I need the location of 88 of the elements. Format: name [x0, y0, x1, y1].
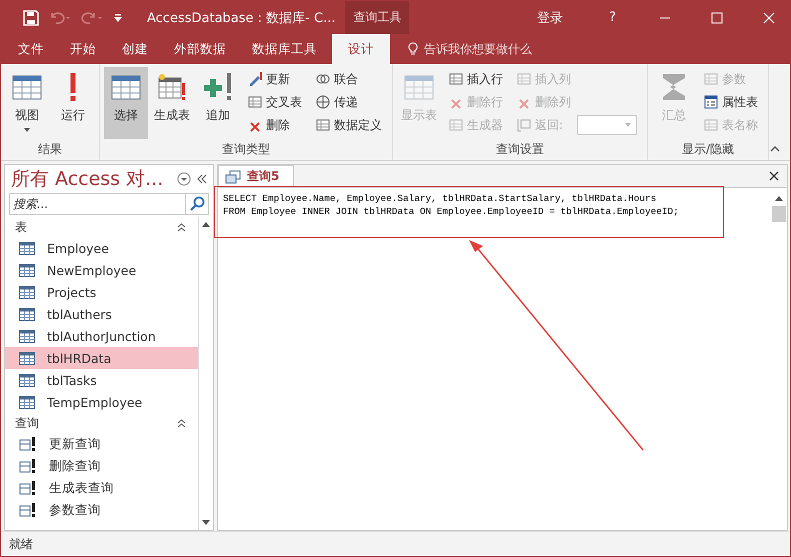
dropdown-circle-icon[interactable]: [177, 172, 191, 186]
ribbon-tab[interactable]: 设计: [332, 34, 390, 64]
collapse-section-icon[interactable]: [177, 418, 186, 428]
close-icon[interactable]: [769, 171, 779, 181]
sheet-icon: [704, 95, 718, 109]
table-icon: [19, 242, 35, 254]
make-table-icon: [156, 71, 188, 103]
ribbon-tab[interactable]: 开始: [59, 34, 107, 64]
save-icon[interactable]: [23, 10, 39, 26]
table-icon: [19, 330, 35, 342]
query-icon: [19, 436, 37, 452]
navigation-item[interactable]: 删除查询: [5, 455, 198, 477]
ribbon-tab[interactable]: 文件: [7, 34, 55, 64]
navigation-item[interactable]: 参数查询: [5, 499, 198, 521]
scroll-up-icon[interactable]: [202, 222, 210, 227]
ribbon-tab[interactable]: 创建: [111, 34, 159, 64]
ribbon-group-label: 查询设置: [495, 141, 546, 158]
query-icon: [19, 480, 37, 496]
navigation-item[interactable]: Employee: [5, 237, 198, 259]
navigation-item[interactable]: tblAuthers: [5, 303, 198, 325]
sql-line: SELECT Employee.Name, Employee.Salary, tblHRData.StartSalary, tblHRData.Hours: [223, 192, 658, 205]
query-icon: [19, 458, 37, 474]
ribbon-button[interactable]: 联合: [314, 69, 384, 89]
add-exclamation-icon: [202, 71, 234, 103]
ribbon-button[interactable]: 传递: [314, 92, 384, 112]
context-tab-label: 查询工具: [345, 1, 410, 34]
table-icon: [19, 286, 35, 298]
ribbon-button[interactable]: 插入行: [447, 69, 505, 89]
sql-editor[interactable]: SELECT Employee.Name, Employee.Salary, tblHRData.StartSalary, tblHRData.Hours FROM Employee INNER JOIN tblHRData ON Employee.EmployeeID = tblHRData.EmployeeID;: [218, 188, 771, 530]
ribbon-group-label: 查询类型: [221, 141, 271, 158]
navigation-item[interactable]: TempEmployee: [5, 391, 198, 413]
collapse-ribbon-icon[interactable]: [770, 146, 780, 152]
status-text: 就绪: [9, 536, 33, 552]
caret-icon: [24, 128, 30, 132]
exclamation-icon: [70, 71, 76, 103]
customize-caret-icon[interactable]: [113, 12, 123, 22]
document-tab[interactable]: 查询5: [218, 165, 294, 187]
navigation-pane-title: 所有 Access 对...: [11, 167, 164, 192]
search-field[interactable]: 搜索...: [9, 193, 185, 215]
ribbon-group-label: 结果: [37, 141, 63, 158]
sql-line: FROM Employee INNER JOIN tblHRData ON Employee.EmployeeID = tblHRData.EmployeeID;: [223, 205, 680, 218]
navigation-item[interactable]: Projects: [5, 281, 198, 303]
collapse-section-icon[interactable]: [177, 222, 186, 232]
dropdown-arrow-icon: [625, 123, 632, 127]
section-header: 查询: [15, 414, 39, 432]
ribbon-button[interactable]: 更新: [246, 69, 304, 89]
scroll-up-icon[interactable]: [775, 196, 783, 201]
ribbon-tab[interactable]: 外部数据: [163, 34, 237, 64]
navigation-item[interactable]: 生成表查询: [5, 477, 198, 499]
scroll-down-icon[interactable]: [202, 520, 210, 525]
help-button[interactable]: ?: [591, 10, 634, 25]
ribbon-tab[interactable]: 数据库工具: [241, 34, 328, 64]
tell-me-field[interactable]: 告诉我你想要做什么: [424, 40, 532, 58]
ribbon-button[interactable]: 属性表: [702, 92, 760, 112]
return-label: 返回:: [535, 116, 564, 134]
grid-icon: [248, 95, 262, 109]
globe-icon: [316, 95, 330, 109]
query-icon: [225, 170, 241, 184]
lightbulb-icon: [408, 42, 418, 56]
ribbon-button[interactable]: 交叉表: [246, 92, 304, 112]
ribbon-button[interactable]: 选择: [104, 67, 148, 139]
navigation-item[interactable]: tblTasks: [5, 369, 198, 391]
ribbon-button[interactable]: 生成表: [150, 67, 194, 139]
ribbon-button[interactable]: 数据定义: [314, 115, 384, 135]
navigation-item[interactable]: tblAuthorJunction: [5, 325, 198, 347]
ribbon-group-label: 显示/隐藏: [681, 141, 736, 158]
ribbon-button[interactable]: 运行: [51, 67, 95, 139]
sign-in-link[interactable]: 登录: [519, 8, 582, 26]
table-icon: [19, 396, 35, 408]
query-icon: [19, 502, 37, 518]
table-icon: [19, 374, 35, 386]
table-icon: [19, 264, 35, 276]
table-icon: [19, 352, 35, 364]
navigation-item[interactable]: NewEmployee: [5, 259, 198, 281]
section-header: 表: [15, 218, 27, 236]
rings-icon: [316, 72, 330, 86]
ribbon-button[interactable]: 追加: [196, 67, 240, 139]
table-icon: [19, 308, 35, 320]
pencil-icon: [248, 72, 262, 86]
maximize-icon[interactable]: [711, 12, 723, 24]
ribbon-button[interactable]: 视图: [5, 67, 49, 139]
search-icon[interactable]: [185, 193, 209, 215]
navigation-item[interactable]: tblHRData: [5, 347, 198, 369]
navigation-item[interactable]: 更新查询: [5, 433, 198, 455]
ribbon-button[interactable]: 删除: [246, 115, 304, 135]
window-title: AccessDatabase : 数据库- C...: [147, 10, 336, 26]
scroll-thumb[interactable]: [772, 206, 786, 222]
collapse-pane-icon[interactable]: [197, 174, 207, 184]
